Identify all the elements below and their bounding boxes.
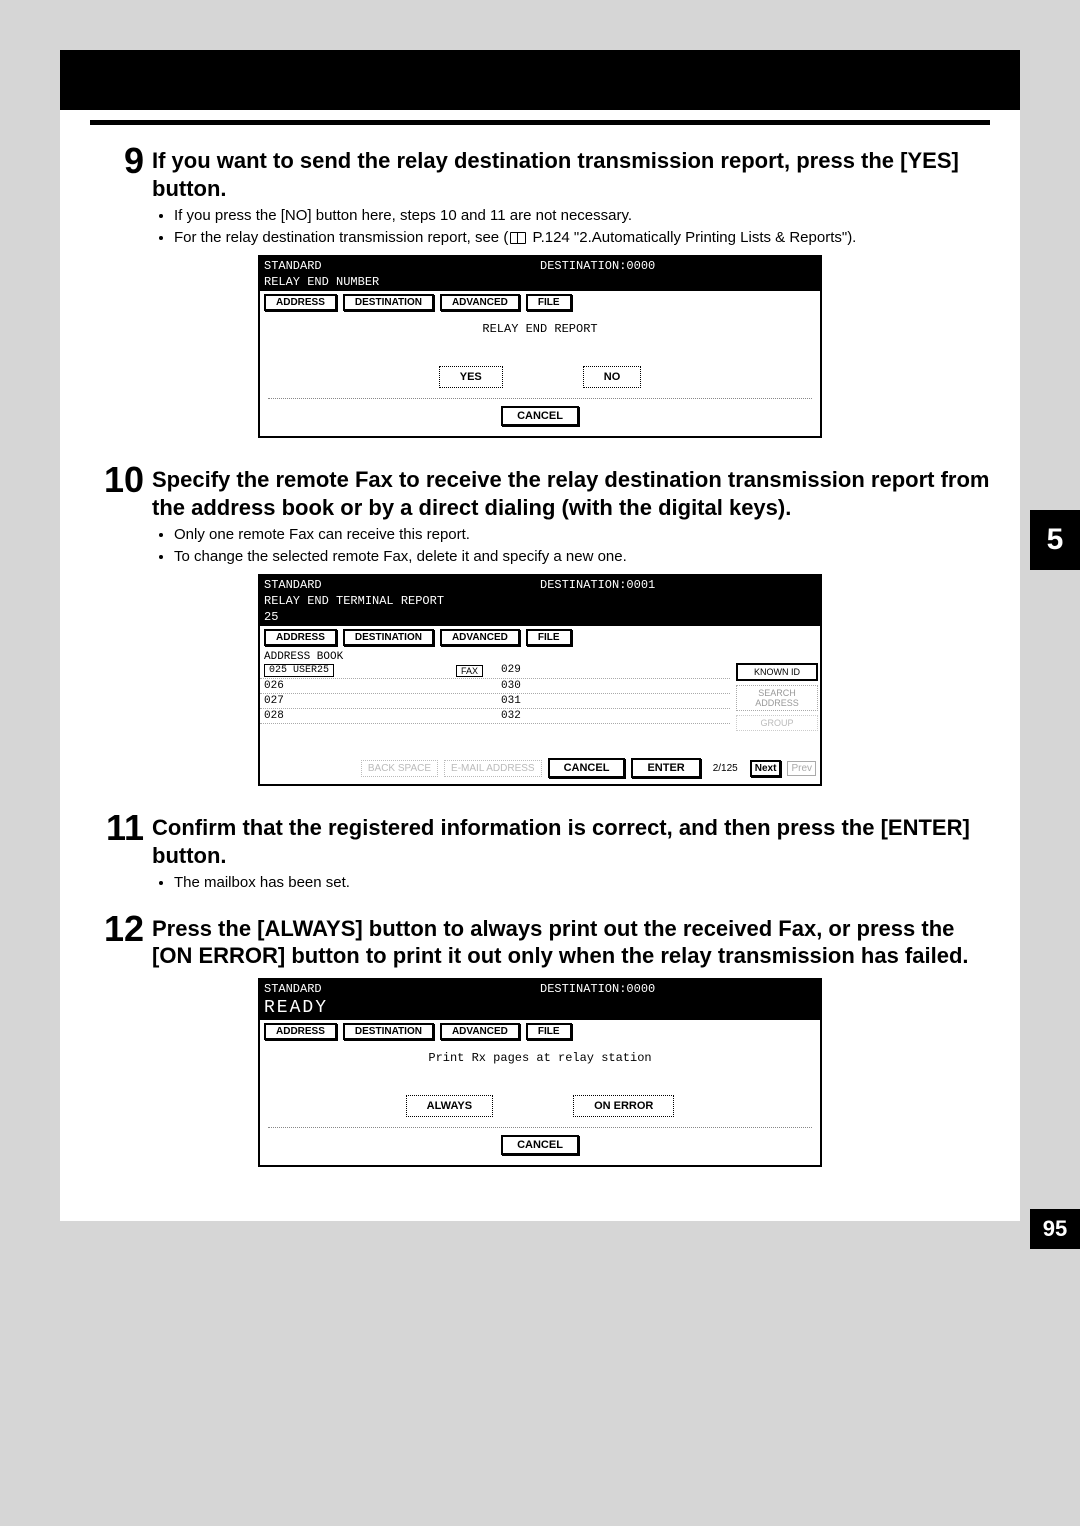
tab-destination[interactable]: DESTINATION [343, 629, 434, 646]
on-error-button[interactable]: ON ERROR [573, 1095, 674, 1117]
cancel-button[interactable]: CANCEL [548, 758, 626, 778]
tab-destination[interactable]: DESTINATION [343, 1023, 434, 1040]
screen-subtitle: RELAY END TERMINAL REPORT [260, 594, 820, 610]
addr-entry[interactable]: 030 [493, 680, 730, 692]
next-button[interactable]: Next [750, 760, 782, 777]
fax-screen-relay-end-report: STANDARD DESTINATION:0000 RELAY END NUMB… [258, 255, 822, 438]
email-address-button[interactable]: E-MAIL ADDRESS [444, 760, 542, 777]
chapter-tab: 5 [1030, 510, 1080, 570]
dest-value: 0000 [626, 982, 655, 996]
step-title: If you want to send the relay destinatio… [152, 147, 990, 202]
note-item: The mailbox has been set. [174, 873, 990, 893]
addr-entry[interactable]: 027 [260, 695, 493, 707]
step-10-notes: Only one remote Fax can receive this rep… [154, 525, 990, 566]
address-row[interactable]: 026 030 [260, 679, 730, 694]
screen-mode: STANDARD [264, 982, 540, 996]
tab-advanced[interactable]: ADVANCED [440, 294, 520, 311]
cancel-button[interactable]: CANCEL [501, 406, 579, 426]
dial-input[interactable]: 25 [260, 610, 820, 626]
yes-button[interactable]: YES [439, 366, 503, 388]
tab-address[interactable]: ADDRESS [264, 1023, 337, 1040]
addr-entry[interactable]: 026 [260, 680, 493, 692]
address-row[interactable]: 025 USER25 FAX 029 [260, 663, 730, 679]
step-11-notes: The mailbox has been set. [154, 873, 990, 893]
tab-address[interactable]: ADDRESS [264, 629, 337, 646]
address-book-label: ADDRESS BOOK [260, 649, 820, 663]
step-9: 9 If you want to send the relay destinat… [90, 143, 990, 202]
known-id-button[interactable]: KNOWN ID [736, 663, 818, 681]
step-number: 10 [90, 462, 144, 498]
step-11: 11 Confirm that the registered informati… [90, 810, 990, 869]
addr-entry[interactable]: 029 [493, 664, 730, 677]
always-button[interactable]: ALWAYS [406, 1095, 493, 1117]
step-title: Confirm that the registered information … [152, 814, 990, 869]
addr-entry[interactable]: 031 [493, 695, 730, 707]
tab-address[interactable]: ADDRESS [264, 294, 337, 311]
backspace-button[interactable]: BACK SPACE [361, 760, 438, 777]
dest-label: DESTINATION: [540, 259, 626, 273]
step-12: 12 Press the [ALWAYS] button to always p… [90, 911, 990, 970]
addr-entry[interactable]: 028 [260, 710, 493, 722]
note-item: Only one remote Fax can receive this rep… [174, 525, 990, 545]
address-row[interactable]: 028 032 [260, 709, 730, 724]
dest-label: DESTINATION: [540, 578, 626, 592]
book-icon [510, 232, 526, 244]
body-title: RELAY END REPORT [268, 322, 812, 336]
enter-button[interactable]: ENTER [631, 758, 700, 778]
dest-value: 0001 [626, 578, 655, 592]
prev-button[interactable]: Prev [787, 761, 816, 776]
screen-mode: STANDARD [264, 578, 540, 592]
step-9-notes: If you press the [NO] button here, steps… [154, 206, 990, 247]
tab-file[interactable]: FILE [526, 294, 572, 311]
tab-advanced[interactable]: ADVANCED [440, 629, 520, 646]
tab-file[interactable]: FILE [526, 1023, 572, 1040]
group-button[interactable]: GROUP [736, 715, 818, 731]
cancel-button[interactable]: CANCEL [501, 1135, 579, 1155]
dest-label: DESTINATION: [540, 982, 626, 996]
addr-entry[interactable]: 032 [493, 710, 730, 722]
tab-destination[interactable]: DESTINATION [343, 294, 434, 311]
note-item: For the relay destination transmission r… [174, 228, 990, 248]
search-address-button[interactable]: SEARCH ADDRESS [736, 685, 818, 711]
fax-screen-print-rx: STANDARD DESTINATION:0000 READY ADDRESS … [258, 978, 822, 1167]
screen-mode: STANDARD [264, 259, 540, 273]
step-number: 9 [90, 143, 144, 179]
step-title: Specify the remote Fax to receive the re… [152, 466, 990, 521]
body-title: Print Rx pages at relay station [268, 1051, 812, 1065]
horizontal-rule [90, 120, 990, 125]
fax-tag[interactable]: FAX [456, 665, 483, 677]
step-10: 10 Specify the remote Fax to receive the… [90, 462, 990, 521]
address-row[interactable]: 027 031 [260, 694, 730, 709]
step-number: 11 [90, 810, 144, 846]
header-black-bar [60, 50, 1020, 110]
no-button[interactable]: NO [583, 366, 642, 388]
screen-subtitle: RELAY END NUMBER [260, 275, 820, 291]
page-count: 2/125 [713, 763, 738, 774]
addr-entry[interactable]: 025 USER25 [264, 664, 334, 677]
tab-file[interactable]: FILE [526, 629, 572, 646]
dest-value: 0000 [626, 259, 655, 273]
step-title: Press the [ALWAYS] button to always prin… [152, 915, 990, 970]
ready-label: READY [260, 998, 820, 1020]
note-item: If you press the [NO] button here, steps… [174, 206, 990, 226]
note-item: To change the selected remote Fax, delet… [174, 547, 990, 567]
fax-screen-address-book: STANDARD DESTINATION:0001 RELAY END TERM… [258, 574, 822, 786]
tab-advanced[interactable]: ADVANCED [440, 1023, 520, 1040]
page-number: 95 [1030, 1209, 1080, 1249]
step-number: 12 [90, 911, 144, 947]
